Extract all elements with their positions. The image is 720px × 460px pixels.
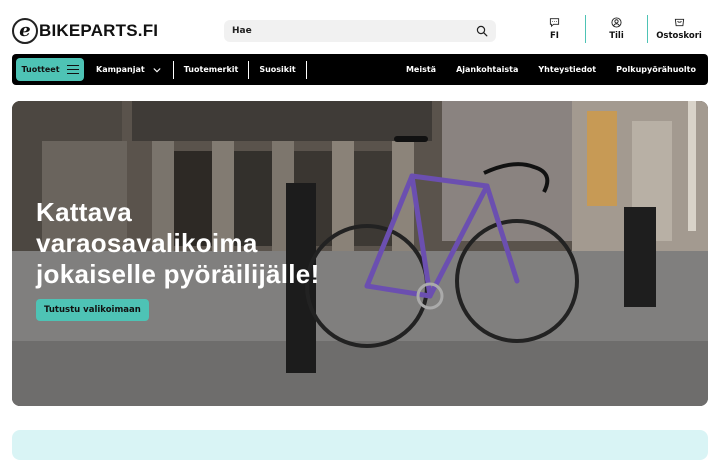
logo-text: BIKEPARTS.FI: [39, 21, 159, 40]
language-label: FI: [550, 31, 559, 41]
promo-panel: [12, 430, 708, 460]
nav-item-meista[interactable]: Meistä: [396, 61, 446, 79]
nav-item-label: Suosikit: [259, 65, 296, 74]
cart-icon: [674, 18, 684, 27]
user-icon: [611, 17, 622, 28]
nav-item-label: Meistä: [405, 65, 437, 74]
hero-headline: Kattava varaosavalikoima jokaiselle pyör…: [36, 197, 320, 290]
language-chat-icon: [549, 18, 560, 28]
cart-label: Ostoskori: [656, 31, 702, 41]
cart-button[interactable]: Ostoskori: [648, 15, 710, 43]
hero-banner: Kattava varaosavalikoima jokaiselle pyör…: [12, 101, 708, 406]
header-actions: FI Tili Ostoskori: [524, 15, 710, 45]
language-button[interactable]: FI: [524, 15, 586, 43]
hero-line-2: varaosavalikoima: [36, 228, 258, 258]
hamburger-icon: [66, 65, 79, 74]
browse-selection-button[interactable]: Tutustu valikoimaan: [36, 299, 149, 321]
nav-item-label: Ajankohtaista: [456, 65, 519, 74]
main-nav: Tuotteet Kampanjat Tuotemerkit Suosikit …: [12, 54, 708, 85]
search-input[interactable]: Hae: [224, 20, 496, 42]
nav-item-suosikit[interactable]: Suosikit: [249, 60, 307, 79]
products-menu-button[interactable]: Tuotteet: [16, 58, 84, 81]
search-icon[interactable]: [476, 25, 488, 37]
nav-item-label: Yhteystiedot: [538, 65, 597, 74]
account-button[interactable]: Tili: [586, 15, 648, 43]
hero-line-1: Kattava: [36, 197, 133, 227]
nav-item-polkupyorahuolto[interactable]: Polkupyörähuolto: [606, 61, 706, 79]
nav-item-label: Tuotemerkit: [183, 65, 239, 74]
logo-initial: e: [12, 18, 38, 44]
chevron-down-icon: [153, 67, 161, 72]
nav-item-yhteystiedot[interactable]: Yhteystiedot: [528, 61, 606, 79]
hero-line-3: jokaiselle pyöräilijälle!: [36, 259, 320, 289]
nav-item-kampanjat[interactable]: Kampanjat: [84, 61, 173, 79]
products-label: Tuotteet: [21, 65, 60, 74]
nav-right-group: Meistä Ajankohtaista Yhteystiedot Polkup…: [396, 61, 706, 79]
nav-item-label: Polkupyörähuolto: [616, 65, 696, 74]
nav-item-ajankohtaista[interactable]: Ajankohtaista: [446, 61, 528, 79]
search-placeholder: Hae: [232, 26, 252, 36]
site-logo[interactable]: e BIKEPARTS.FI: [12, 16, 158, 46]
site-header: e BIKEPARTS.FI Hae FI Tili Ostoskori: [0, 0, 720, 54]
account-label: Tili: [609, 31, 624, 41]
nav-item-label: Kampanjat: [96, 65, 145, 74]
nav-item-tuotemerkit[interactable]: Tuotemerkit: [174, 60, 250, 79]
